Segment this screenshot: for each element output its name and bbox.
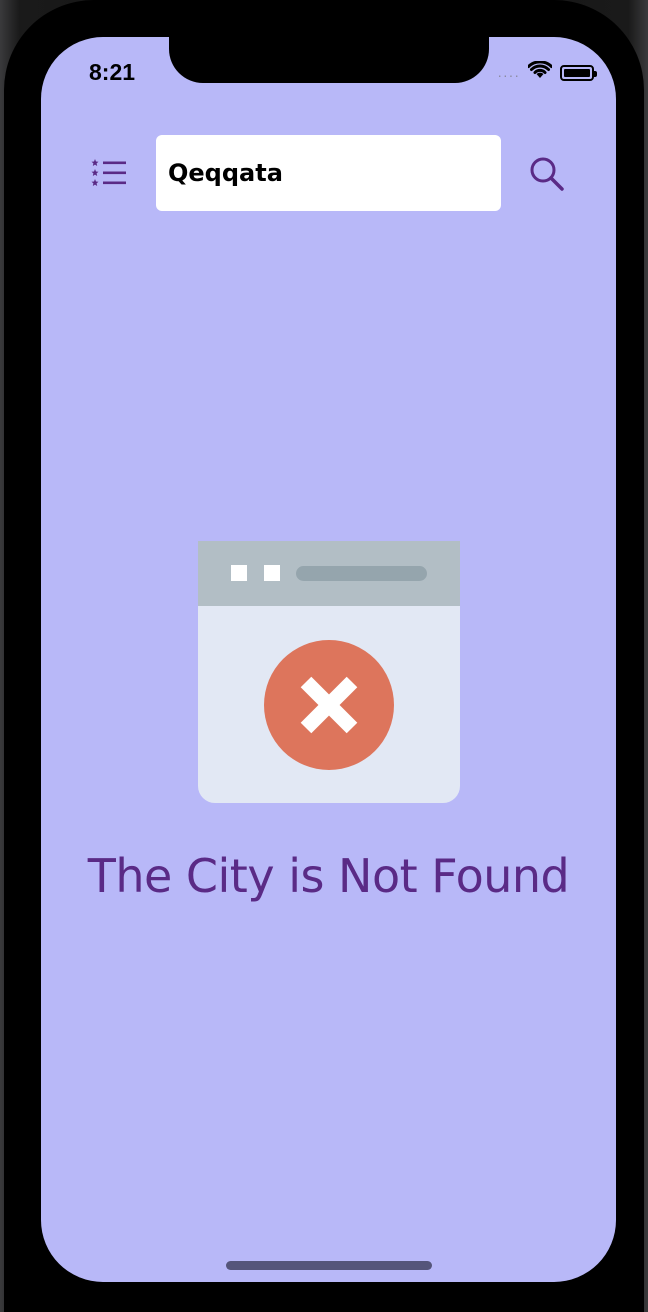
status-time: 8:21	[89, 59, 136, 85]
not-found-message: The City is Not Found	[87, 849, 570, 903]
battery-icon	[560, 64, 597, 81]
status-icons: ····	[497, 60, 597, 84]
menu-button[interactable]	[89, 155, 129, 195]
home-indicator[interactable]	[226, 1261, 432, 1270]
notch	[169, 37, 489, 83]
device-frame: 8:21 ···· Qeqqata The City is Not Found	[0, 0, 648, 1312]
search-input[interactable]	[168, 159, 501, 187]
list-star-icon	[91, 158, 127, 193]
search-button[interactable]	[526, 155, 568, 197]
browser-error-icon	[198, 541, 460, 803]
search-icon	[529, 156, 565, 197]
device-bezel: 8:21 ···· Qeqqata The City is Not Found	[4, 0, 644, 1312]
search-field[interactable]	[156, 135, 501, 211]
signal-dots-icon: ····	[497, 66, 520, 83]
wifi-icon	[527, 60, 553, 84]
app-screen: 8:21 ···· Qeqqata The City is Not Found	[41, 37, 616, 1282]
